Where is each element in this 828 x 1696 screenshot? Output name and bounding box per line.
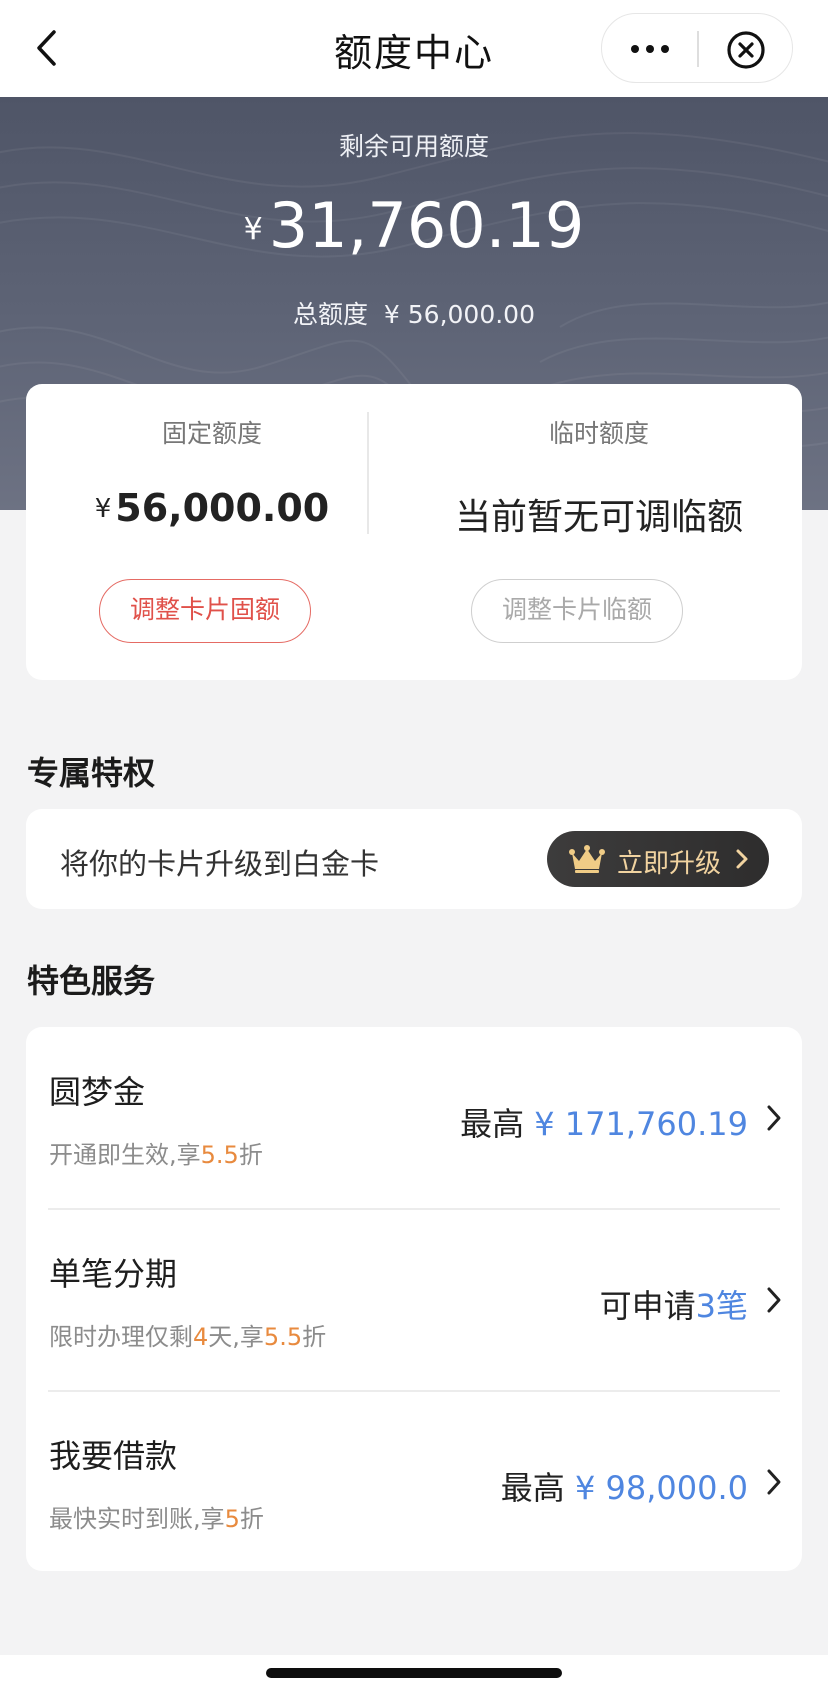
limit-value: 3笔 [695, 1287, 748, 1325]
service-limit: 最高 ¥ 171,760.19 [460, 1099, 748, 1145]
fixed-quota-amount: ¥56,000.00 [26, 486, 398, 530]
quota-divider [367, 412, 369, 534]
temp-quota-label: 临时额度 [548, 419, 649, 448]
subtitle-text: 折 [238, 1141, 263, 1169]
upgrade-now-label: 立即升级 [617, 849, 722, 879]
fixed-quota-value: 56,000.00 [115, 486, 330, 530]
subtitle-text: 折 [302, 1323, 327, 1351]
service-title: 我要借款 [49, 1437, 178, 1475]
total-credit: 总额度 ¥ 56,000.00 [0, 295, 828, 331]
subtitle-text: 天,享 [208, 1323, 264, 1351]
nav-bar: 额度中心 [0, 0, 828, 97]
upgrade-card[interactable]: 将你的卡片升级到白金卡 立即升级 [26, 809, 802, 909]
total-credit-value: ¥ 56,000.00 [383, 300, 535, 329]
currency-symbol: ¥ [94, 494, 112, 524]
subtitle-text: 折 [239, 1505, 264, 1533]
home-indicator[interactable] [266, 1668, 562, 1678]
service-subtitle: 最快实时到账,享5折 [49, 1499, 264, 1534]
limit-value: ¥ 171,760.19 [534, 1105, 748, 1143]
close-icon[interactable] [725, 29, 767, 71]
limit-prefix: 可申请 [599, 1287, 696, 1325]
discount-highlight: 5.5 [200, 1141, 239, 1169]
service-row-installment[interactable]: 单笔分期 限时办理仅剩4天,享5.5折 可申请3笔 [26, 1209, 802, 1391]
crown-icon [569, 845, 605, 873]
chevron-right-icon [767, 1469, 781, 1495]
temp-quota-status: 当前暂无可调临额 [454, 497, 743, 538]
total-credit-label: 总额度 [292, 300, 368, 329]
chevron-right-icon [767, 1287, 781, 1313]
limit-value: ¥ 98,000.0 [574, 1469, 748, 1507]
service-subtitle: 限时办理仅剩4天,享5.5折 [49, 1317, 326, 1352]
days-highlight: 4 [193, 1323, 209, 1351]
limit-prefix: 最高 [500, 1469, 575, 1507]
fixed-quota-label: 固定额度 [161, 419, 262, 448]
service-row-loan[interactable]: 我要借款 最快实时到账,享5折 最高 ¥ 98,000.0 [26, 1391, 802, 1573]
discount-highlight: 5.5 [263, 1323, 303, 1351]
mini-program-capsule [601, 13, 793, 83]
limit-prefix: 最高 [460, 1105, 535, 1143]
capsule-divider [697, 31, 699, 67]
quota-card: 固定额度 ¥56,000.00 调整卡片固额 临时额度 当前暂无可调临额 调整卡… [26, 384, 802, 680]
chevron-right-icon [736, 849, 748, 869]
currency-symbol: ¥ [243, 212, 263, 247]
subtitle-text: 最快实时到账,享 [49, 1505, 225, 1533]
service-subtitle: 开通即生效,享5.5折 [49, 1135, 263, 1170]
subtitle-text: 开通即生效,享 [49, 1141, 201, 1169]
upgrade-now-button[interactable]: 立即升级 [547, 831, 769, 887]
available-credit-amount: ¥31,760.19 [0, 189, 828, 262]
chevron-right-icon [767, 1105, 781, 1131]
service-limit: 最高 ¥ 98,000.0 [501, 1463, 748, 1509]
adjust-fixed-quota-button[interactable]: 调整卡片固额 [99, 579, 311, 643]
service-limit: 可申请3笔 [600, 1281, 748, 1327]
more-icon[interactable] [630, 40, 670, 58]
discount-highlight: 5 [224, 1505, 240, 1533]
services-section-title: 特色服务 [27, 962, 156, 1000]
service-row-dream-fund[interactable]: 圆梦金 开通即生效,享5.5折 最高 ¥ 171,760.19 [26, 1027, 802, 1209]
subtitle-text: 限时办理仅剩 [49, 1323, 193, 1351]
services-card: 圆梦金 开通即生效,享5.5折 最高 ¥ 171,760.19 单笔分期 限时办… [26, 1027, 802, 1571]
available-credit-value: 31,760.19 [268, 189, 585, 262]
available-credit-label: 剩余可用额度 [338, 132, 489, 161]
upgrade-description: 将你的卡片升级到白金卡 [60, 847, 380, 881]
service-title: 圆梦金 [49, 1073, 146, 1111]
adjust-temp-quota-button[interactable]: 调整卡片临额 [471, 579, 683, 643]
privilege-section-title: 专属特权 [27, 754, 156, 792]
fixed-quota-column: 固定额度 ¥56,000.00 调整卡片固额 [26, 384, 398, 680]
service-title: 单笔分期 [49, 1255, 178, 1293]
